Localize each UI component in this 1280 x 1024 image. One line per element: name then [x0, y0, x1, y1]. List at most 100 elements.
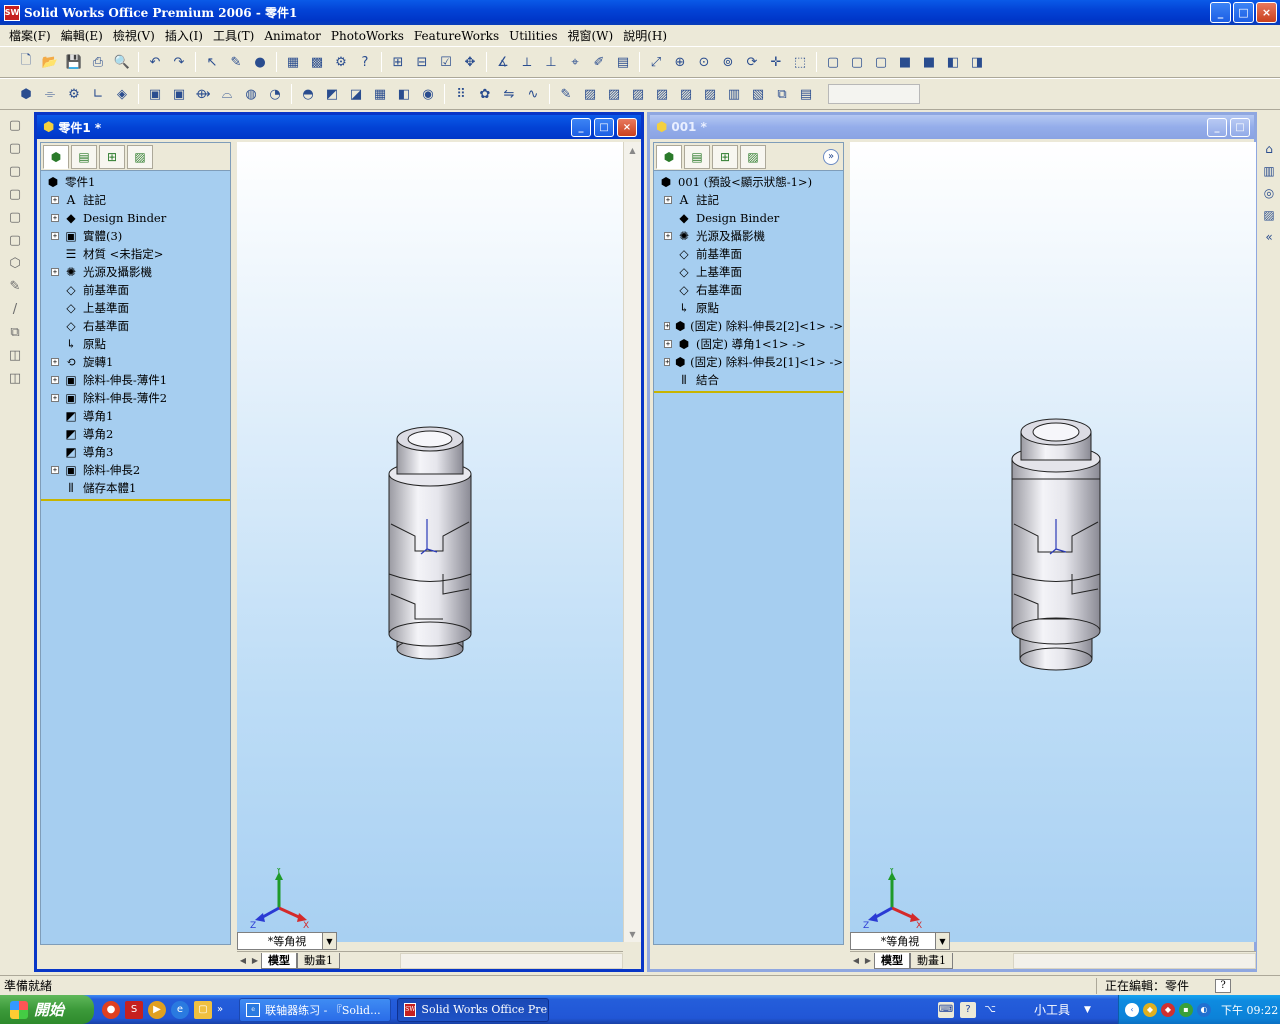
open-folder-icon[interactable]: 📂	[40, 52, 60, 72]
axis-icon[interactable]: ∟	[88, 84, 108, 104]
chamfer-icon[interactable]: ◩	[322, 84, 342, 104]
tree-node[interactable]: ◩ 導角3	[41, 443, 230, 461]
select-arrow-icon[interactable]: ↖	[202, 52, 222, 72]
tree-node[interactable]: + ⬢ (固定) 導角1<1> ->	[654, 335, 843, 353]
copy-icon[interactable]: ⧉	[772, 84, 792, 104]
smart-dimension-icon[interactable]: ⌖	[565, 52, 585, 72]
tree-node[interactable]: + ▣ 除料-伸長2	[41, 461, 230, 479]
view-front-icon[interactable]: ▢	[4, 115, 26, 135]
redo-icon[interactable]: ↷	[169, 52, 189, 72]
insert-component-icon[interactable]: ⊞	[388, 52, 408, 72]
line-tool-icon[interactable]: /	[4, 299, 26, 319]
feature-tree-tab-icon[interactable]: ⬢	[656, 144, 682, 169]
shaded-edges-icon[interactable]: ■	[895, 52, 915, 72]
checkbox-icon[interactable]: ☑	[436, 52, 456, 72]
rib-icon[interactable]: ◪	[346, 84, 366, 104]
network-icon[interactable]: ▪	[1179, 1002, 1193, 1017]
expand-plus-icon[interactable]: +	[664, 340, 672, 348]
component-icon[interactable]: ◫	[4, 345, 26, 365]
print-icon[interactable]: ⎙	[88, 52, 108, 72]
fillet-icon[interactable]: ◓	[298, 84, 318, 104]
edit-appearance-icon[interactable]: ✎	[556, 84, 576, 104]
zoom-area-icon[interactable]: ⊕	[670, 52, 690, 72]
minimize-button[interactable]: _	[1210, 2, 1231, 23]
help-tray-icon[interactable]: ?	[960, 1001, 976, 1018]
grid-icon[interactable]: ▦	[283, 52, 303, 72]
tree-node[interactable]: ◇ 前基準面	[654, 245, 843, 263]
render-icon[interactable]: ▨	[580, 84, 600, 104]
security-shield-icon[interactable]: ◆	[1143, 1002, 1157, 1017]
expand-plus-icon[interactable]: +	[51, 196, 59, 204]
input-method-icon[interactable]: ⌥	[982, 1002, 998, 1018]
chevron-down-icon[interactable]: ▼	[322, 933, 336, 949]
tree-node[interactable]: ⫴ 結合	[654, 371, 843, 389]
menu-edit[interactable]: 編輯(E)	[56, 27, 108, 44]
expand-plus-icon[interactable]: +	[51, 376, 59, 384]
draft-icon[interactable]: ◧	[394, 84, 414, 104]
brush-icon[interactable]: ✐	[589, 52, 609, 72]
menu-photoworks[interactable]: PhotoWorks	[326, 29, 409, 43]
save-icon[interactable]: 💾	[64, 52, 84, 72]
lofted-boss-icon[interactable]: ⌓	[217, 84, 237, 104]
photoworks-tab-icon[interactable]: ▨	[740, 144, 766, 169]
wireframe-icon[interactable]: ▢	[823, 52, 843, 72]
taskbar-item-solidworks[interactable]: SW Solid Works Office Pre...	[397, 997, 550, 1022]
photoworks-tab-icon[interactable]: ▨	[127, 144, 153, 169]
measure-icon[interactable]: ∡	[493, 52, 513, 72]
tree-node[interactable]: + ▣ 除料-伸長-薄件1	[41, 371, 230, 389]
property-manager-tab-icon[interactable]: ▤	[684, 144, 710, 169]
tree-node[interactable]: + ⬢ (固定) 除料-伸長2[2]<1> ->	[654, 317, 843, 335]
tab-animation1[interactable]: 動畫1	[297, 952, 340, 969]
clipboard-icon[interactable]: ▤	[613, 52, 633, 72]
view-bottom-icon[interactable]: ▢	[4, 230, 26, 250]
tab-model[interactable]: 模型	[874, 952, 910, 969]
solidworks-icon[interactable]: S	[125, 1000, 143, 1019]
document-restore-button[interactable]: □	[594, 118, 614, 137]
rotate-view-icon[interactable]: ⟳	[742, 52, 762, 72]
tree-node[interactable]: ↳ 原點	[654, 299, 843, 317]
expand-plus-icon[interactable]: +	[51, 466, 59, 474]
menu-help[interactable]: 說明(H)	[618, 27, 672, 44]
reference-geometry-icon[interactable]: ⌯	[40, 84, 60, 104]
chevron-down-icon[interactable]: ▼	[935, 933, 949, 949]
revolved-cut-icon[interactable]: ◔	[265, 84, 285, 104]
document-restore-button[interactable]: □	[1230, 118, 1250, 137]
gadgets-label[interactable]: 小工具	[1034, 1001, 1070, 1018]
sketch-icon[interactable]: ✎	[226, 52, 246, 72]
tab-animation1[interactable]: 動畫1	[910, 952, 953, 969]
standard-views-icon[interactable]: ⬚	[790, 52, 810, 72]
circular-pattern-icon[interactable]: ✿	[475, 84, 495, 104]
transform-icon[interactable]: ⧉	[4, 322, 26, 342]
swept-boss-icon[interactable]: ⟴	[193, 84, 213, 104]
document-minimize-button[interactable]: _	[571, 118, 591, 137]
feature-tree-tab-icon[interactable]: ⬢	[43, 144, 69, 169]
view-right-icon[interactable]: ▢	[4, 184, 26, 204]
document-minimize-button[interactable]: _	[1207, 118, 1227, 137]
tree-node[interactable]: + ◆ Design Binder	[41, 209, 230, 227]
browser-icon[interactable]: ●	[102, 1000, 120, 1019]
desktop-icon[interactable]: ▢	[194, 1000, 212, 1019]
view-orientation-dropdown[interactable]: *等角視 ▼	[237, 932, 337, 950]
undo-icon[interactable]: ↶	[145, 52, 165, 72]
menu-view[interactable]: 檢視(V)	[108, 27, 160, 44]
assembly-icon[interactable]: ◫	[4, 368, 26, 388]
lights-toolbar-icon[interactable]: ▨	[652, 84, 672, 104]
media-player-icon[interactable]: ▶	[148, 1000, 166, 1019]
expand-plus-icon[interactable]: +	[664, 322, 671, 330]
tab-nav-right-icon[interactable]: ▶	[249, 956, 261, 965]
horizontal-scrollbar[interactable]	[1013, 952, 1256, 969]
rebuild-icon[interactable]: ●	[250, 52, 270, 72]
menu-utilities[interactable]: Utilities	[504, 29, 562, 43]
tree-node[interactable]: ◇ 前基準面	[41, 281, 230, 299]
hidden-removed-icon[interactable]: ▢	[871, 52, 891, 72]
hole-wizard-icon[interactable]: ◉	[418, 84, 438, 104]
zoom-selection-icon[interactable]: ⊚	[718, 52, 738, 72]
pan-icon[interactable]: ✛	[766, 52, 786, 72]
menu-featureworks[interactable]: FeatureWorks	[409, 29, 504, 43]
expand-plus-icon[interactable]: +	[51, 268, 59, 276]
expand-plus-icon[interactable]: +	[51, 394, 59, 402]
curves-icon[interactable]: ∿	[523, 84, 543, 104]
tree-node[interactable]: ◆ Design Binder	[654, 209, 843, 227]
linear-pattern-icon[interactable]: ⠿	[451, 84, 471, 104]
tree-node[interactable]: ◇ 上基準面	[41, 299, 230, 317]
